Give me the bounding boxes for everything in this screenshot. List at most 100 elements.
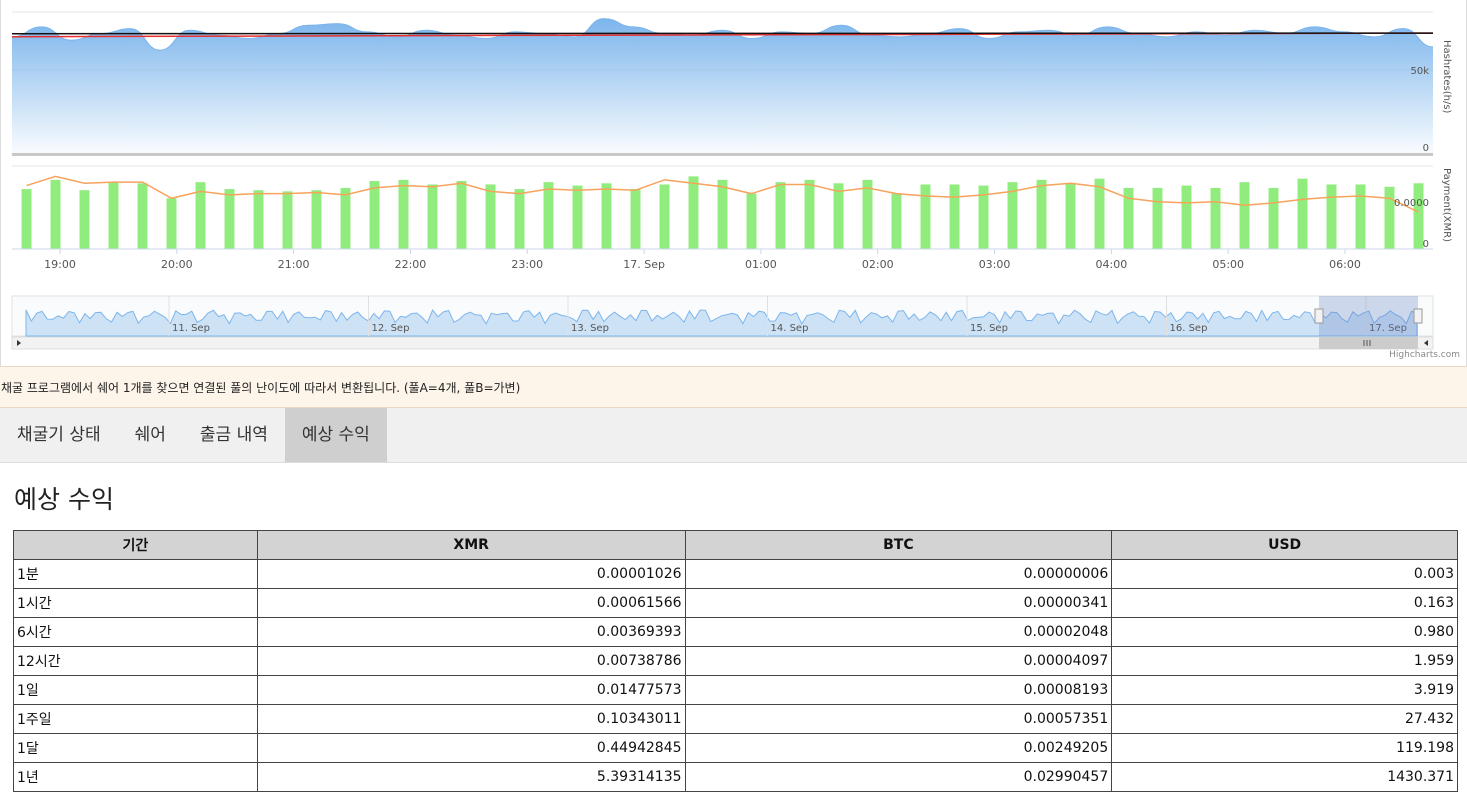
- btc-cell: 0.00000341: [684, 588, 1113, 618]
- navigator-left-handle[interactable]: [1314, 308, 1324, 324]
- btc-cell: 0.00008193: [684, 675, 1113, 705]
- payment-bar: [920, 184, 931, 249]
- column-header-period: 기간: [13, 530, 258, 560]
- payment-bar: [630, 189, 641, 249]
- hashrate-tick-label: 50k: [1410, 66, 1429, 77]
- x-axis-label: 21:00: [278, 258, 310, 271]
- table-row: 1달 0.44942845 0.00249205 119.198: [13, 733, 1458, 763]
- hashrate-axis-title: Hashrates(h/s): [1441, 40, 1452, 114]
- payment-bar: [253, 190, 264, 249]
- btc-cell: 0.00004097: [684, 646, 1113, 676]
- payment-bar: [79, 190, 90, 249]
- usd-cell: 3.919: [1111, 675, 1458, 705]
- scrollbar-thumb[interactable]: [1319, 337, 1418, 349]
- payment-axis-title: Payment(XMR): [1441, 168, 1452, 242]
- payment-bar: [659, 184, 670, 249]
- table-row: 1주일 0.10343011 0.00057351 27.432: [13, 704, 1458, 734]
- mining-chart: 50k 0 Hashrates(h/s) 0.0000 0 Payment(XMR) 19:…: [0, 0, 1467, 366]
- navigator-label: 13. Sep: [571, 323, 609, 334]
- xmr-cell: 0.00061566: [256, 588, 686, 618]
- table-row: 6시간 0.00369393 0.00002048 0.980: [13, 617, 1458, 647]
- payment-bar: [1152, 187, 1163, 249]
- period-cell: 12시간: [13, 646, 258, 676]
- scrollbar-track[interactable]: [11, 336, 1434, 350]
- usd-cell: 0.003: [1111, 559, 1458, 589]
- period-cell: 6시간: [13, 617, 258, 647]
- table-row: 1시간 0.00061566 0.00000341 0.163: [13, 588, 1458, 618]
- payment-tick-label: 0.0000: [1394, 198, 1429, 209]
- payment-bar: [340, 187, 351, 249]
- period-cell: 1시간: [13, 588, 258, 618]
- navigator-label: 16. Sep: [1170, 323, 1208, 334]
- column-header-btc: BTC: [684, 530, 1113, 560]
- hashrate-area: [12, 18, 1433, 153]
- tab-withdrawals[interactable]: 출금 내역: [183, 408, 285, 462]
- payment-bar: [949, 184, 960, 249]
- xmr-cell: 0.44942845: [256, 733, 686, 763]
- payment-bar: [282, 191, 293, 249]
- period-cell: 1년: [13, 762, 258, 792]
- column-header-usd: USD: [1111, 530, 1458, 560]
- navigator-label: 14. Sep: [771, 323, 809, 334]
- navigator-right-handle[interactable]: [1413, 308, 1423, 324]
- tab-expected-earnings[interactable]: 예상 수익: [284, 408, 387, 462]
- payment-bar: [746, 193, 757, 249]
- payment-bar: [1355, 184, 1366, 249]
- chart-canvas: 50k 0 Hashrates(h/s) 0.0000 0 Payment(XMR) 19:…: [11, 11, 1452, 350]
- panel-separator: [12, 153, 1433, 156]
- payment-bar: [311, 190, 322, 249]
- x-axis-label: 22:00: [395, 258, 427, 271]
- highcharts-credit[interactable]: Highcharts.com: [1389, 350, 1460, 360]
- table-header-row: 기간 XMR BTC USD: [13, 530, 1458, 560]
- page-title: 예상 수익: [14, 485, 114, 514]
- x-axis-label: 03:00: [979, 258, 1011, 271]
- usd-cell: 119.198: [1111, 733, 1458, 763]
- payment-bar: [369, 180, 380, 249]
- period-cell: 1일: [13, 675, 258, 705]
- payment-bar: [514, 189, 525, 249]
- period-cell: 1주일: [13, 704, 258, 734]
- table-row: 1년 5.39314135 0.02990457 1430.371: [13, 762, 1458, 792]
- payment-bar: [1239, 182, 1250, 249]
- payment-bar: [717, 179, 728, 249]
- payment-bar: [1094, 178, 1105, 249]
- navigator-selected-range[interactable]: [1319, 296, 1418, 336]
- payment-bar: [398, 179, 409, 249]
- usd-cell: 1.959: [1111, 646, 1458, 676]
- share-notice: 채굴 프로그램에서 쉐어 1개를 찾으면 연결된 풀의 난이도에 따라서 변환됩…: [0, 366, 1467, 408]
- usd-cell: 1430.371: [1111, 762, 1458, 792]
- payment-bar: [601, 183, 612, 249]
- btc-cell: 0.00249205: [684, 733, 1113, 763]
- xmr-cell: 0.00369393: [256, 617, 686, 647]
- xmr-cell: 0.00001026: [256, 559, 686, 589]
- x-axis-label: 17. Sep: [623, 258, 665, 271]
- payment-bar: [1326, 184, 1337, 249]
- payment-bar: [137, 183, 148, 249]
- x-axis-label: 01:00: [745, 258, 777, 271]
- payment-bar: [891, 193, 902, 249]
- xmr-cell: 0.10343011: [256, 704, 686, 734]
- table-row: 1일 0.01477573 0.00008193 3.919: [13, 675, 1458, 705]
- payment-bar: [862, 179, 873, 249]
- payment-bar: [543, 182, 554, 249]
- payment-bar: [21, 189, 32, 249]
- x-axis-label: 20:00: [161, 258, 193, 271]
- tab-miner-status[interactable]: 채굴기 상태: [0, 408, 118, 462]
- payment-bar: [572, 185, 583, 249]
- payment-tick-label: 0: [1423, 239, 1429, 250]
- payment-bar: [456, 180, 467, 249]
- xmr-cell: 0.01477573: [256, 675, 686, 705]
- xmr-cell: 0.00738786: [256, 646, 686, 676]
- tab-shares[interactable]: 쉐어: [118, 408, 183, 462]
- payment-bar: [166, 198, 177, 249]
- usd-cell: 0.980: [1111, 617, 1458, 647]
- hashrate-average-black-line: [11, 32, 1434, 35]
- payment-bar: [804, 179, 815, 249]
- payment-bar: [1210, 187, 1221, 249]
- x-axis-label: 19:00: [44, 258, 76, 271]
- payment-bar: [833, 183, 844, 249]
- navigator-label: 15. Sep: [970, 323, 1008, 334]
- table-row: 1분 0.00001026 0.00000006 0.003: [13, 559, 1458, 589]
- btc-cell: 0.02990457: [684, 762, 1113, 792]
- payment-bar: [1036, 179, 1047, 249]
